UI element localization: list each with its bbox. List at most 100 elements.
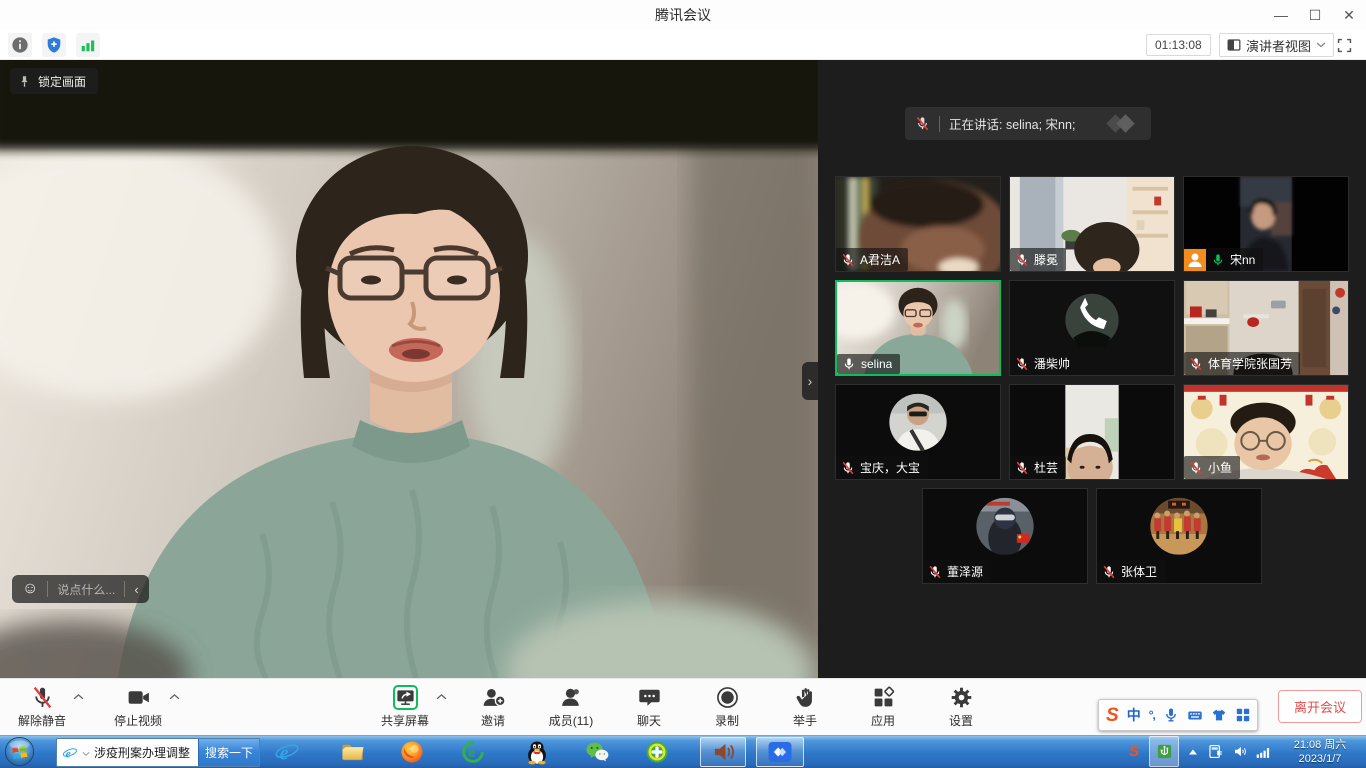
apps-button[interactable]: 应用 xyxy=(859,684,907,729)
participant-tile[interactable]: A君洁A xyxy=(835,176,1001,272)
leave-meeting-button[interactable]: 离开会议 xyxy=(1278,690,1362,723)
layout-icon xyxy=(1227,38,1241,52)
tray-network-signal-icon[interactable] xyxy=(1255,743,1272,760)
taskbar-qq-icon[interactable] xyxy=(520,737,554,767)
browser-tab-area[interactable]: e 涉疫刑案办理调整 xyxy=(57,739,198,766)
taskbar-firefox-icon[interactable] xyxy=(395,737,429,767)
members-button[interactable]: 成员(11) xyxy=(547,684,595,729)
participant-name: 董泽源 xyxy=(947,563,983,580)
tray-sogou-icon[interactable]: S xyxy=(1129,743,1139,760)
chevron-down-icon xyxy=(1316,42,1326,48)
share-options-chevron[interactable] xyxy=(436,693,447,700)
participant-tile[interactable]: 宝庆，大宝 xyxy=(835,384,1001,480)
search-button[interactable]: 搜索一下 xyxy=(198,739,259,766)
maximize-button[interactable]: ☐ xyxy=(1298,0,1332,30)
participant-tile[interactable]: 滕冕 xyxy=(1009,176,1175,272)
settings-button[interactable]: 设置 xyxy=(937,684,985,729)
meeting-info-icon[interactable] xyxy=(8,33,32,57)
fullscreen-icon xyxy=(1336,37,1353,54)
window-title: 腾讯会议 xyxy=(0,0,1366,30)
invite-button[interactable]: 邀请 xyxy=(469,684,517,729)
tray-power-plug-icon[interactable] xyxy=(1207,743,1224,760)
security-shield-icon[interactable] xyxy=(42,33,66,57)
meeting-timer: 01:13:08 xyxy=(1146,34,1211,56)
chat-button[interactable]: 聊天 xyxy=(625,684,673,729)
ime-chinese-mode-icon[interactable]: 中 xyxy=(1127,705,1141,725)
close-button[interactable]: ✕ xyxy=(1332,0,1366,30)
pin-view-button[interactable]: 锁定画面 xyxy=(10,68,98,94)
participant-tile[interactable]: 张体卫 xyxy=(1096,488,1262,584)
taskbar-360-safe-icon[interactable] xyxy=(640,737,674,767)
taskbar-tencent-meeting-icon[interactable] xyxy=(756,737,804,767)
apps-grid-icon xyxy=(871,684,896,711)
taskbar-wechat-icon[interactable] xyxy=(580,737,614,767)
participant-tile[interactable]: 宋nn xyxy=(1183,176,1349,272)
view-mode-label: 演讲者视图 xyxy=(1246,36,1311,55)
taskbar-360-browser-icon[interactable]: e xyxy=(456,737,490,767)
pushpin-icon xyxy=(18,75,31,88)
participant-nameplate: 滕冕 xyxy=(1010,248,1066,271)
muted-mic-icon xyxy=(1015,461,1029,475)
participants-panel: 正在讲话: selina; 宋nn; A君洁A 滕冕 宋nn selina 潘柴帅体育学… xyxy=(818,60,1366,678)
participant-tile[interactable]: 体育学院张国芳 xyxy=(1183,280,1349,376)
network-quality-icon[interactable] xyxy=(76,33,100,57)
taskbar-volume-window[interactable] xyxy=(700,737,746,767)
minimize-button[interactable]: — xyxy=(1264,0,1298,30)
record-button[interactable]: 录制 xyxy=(703,684,751,729)
raise-hand-icon xyxy=(793,684,818,711)
muted-mic-icon xyxy=(30,684,55,711)
emoji-icon[interactable]: ☺ xyxy=(22,581,38,597)
invite-label: 邀请 xyxy=(481,712,505,729)
tray-show-hidden-icon[interactable] xyxy=(1188,748,1198,756)
raise-hand-button[interactable]: 举手 xyxy=(781,684,829,729)
participant-name: 宝庆，大宝 xyxy=(860,459,920,476)
tray-clock[interactable]: 21:08 周六 2023/1/7 xyxy=(1280,738,1360,766)
ime-punctuation-icon[interactable]: °, xyxy=(1149,708,1155,722)
fullscreen-button[interactable] xyxy=(1333,34,1355,56)
participant-tile[interactable]: 小鱼 xyxy=(1183,384,1349,480)
participant-nameplate: A君洁A xyxy=(836,248,908,271)
ime-mic-icon[interactable] xyxy=(1163,707,1179,723)
participant-nameplate: 董泽源 xyxy=(923,560,991,583)
share-screen-label: 共享屏幕 xyxy=(381,712,429,729)
svg-text:e: e xyxy=(468,745,475,760)
taskbar-ie-icon[interactable]: e xyxy=(270,737,304,767)
unmute-label: 解除静音 xyxy=(18,712,66,729)
panel-collapse-tab[interactable]: › xyxy=(802,362,818,400)
tray-usb-icon[interactable] xyxy=(1149,736,1179,767)
participant-tile[interactable]: 潘柴帅 xyxy=(1009,280,1175,376)
participant-tile[interactable]: 杜芸 xyxy=(1009,384,1175,480)
ime-keyboard-icon[interactable] xyxy=(1187,707,1203,723)
window-controls: — ☐ ✕ xyxy=(1264,0,1366,30)
taskbar-explorer-icon[interactable] xyxy=(336,737,370,767)
chat-input-placeholder[interactable]: 说点什么... xyxy=(57,581,115,598)
speaking-now-label: 正在讲话: selina; 宋nn; xyxy=(949,114,1075,133)
sogou-logo-icon[interactable]: S xyxy=(1106,706,1119,725)
toolbar-left-group: 解除静音 停止视频 xyxy=(18,684,162,729)
participant-tile[interactable]: selina xyxy=(835,280,1001,376)
participant-tile[interactable]: 董泽源 xyxy=(922,488,1088,584)
video-options-chevron[interactable] xyxy=(169,693,180,700)
ime-toolbox-icon[interactable] xyxy=(1235,707,1251,723)
participant-nameplate: 小鱼 xyxy=(1184,456,1240,479)
clock-date: 2023/1/7 xyxy=(1280,752,1360,766)
ie-icon: e xyxy=(62,745,78,761)
chat-collapse-arrow[interactable]: ‹ xyxy=(134,582,138,597)
muted-mic-icon xyxy=(841,461,855,475)
active-mic-icon xyxy=(842,357,856,371)
ime-skin-icon[interactable] xyxy=(1211,707,1227,723)
quick-chat-bar[interactable]: ☺ 说点什么... ‹ xyxy=(12,575,149,603)
tray-speaker-icon[interactable] xyxy=(1232,743,1249,760)
unmute-button[interactable]: 解除静音 xyxy=(18,684,66,729)
mic-options-chevron[interactable] xyxy=(73,693,84,700)
participant-name: selina xyxy=(861,357,892,371)
share-screen-button[interactable]: 共享屏幕 xyxy=(381,684,429,729)
browser-search-deskband[interactable]: e 涉疫刑案办理调整 搜索一下 xyxy=(56,738,260,767)
stop-video-button[interactable]: 停止视频 xyxy=(114,684,162,729)
chevron-down-icon[interactable] xyxy=(82,744,90,762)
view-mode-button[interactable]: 演讲者视图 xyxy=(1219,33,1334,57)
browser-tab-title[interactable]: 涉疫刑案办理调整 xyxy=(94,744,190,761)
main-speaker-video[interactable]: 锁定画面 ☺ 说点什么... ‹ › xyxy=(0,60,818,678)
camera-icon xyxy=(126,684,151,711)
start-button[interactable] xyxy=(4,736,35,767)
